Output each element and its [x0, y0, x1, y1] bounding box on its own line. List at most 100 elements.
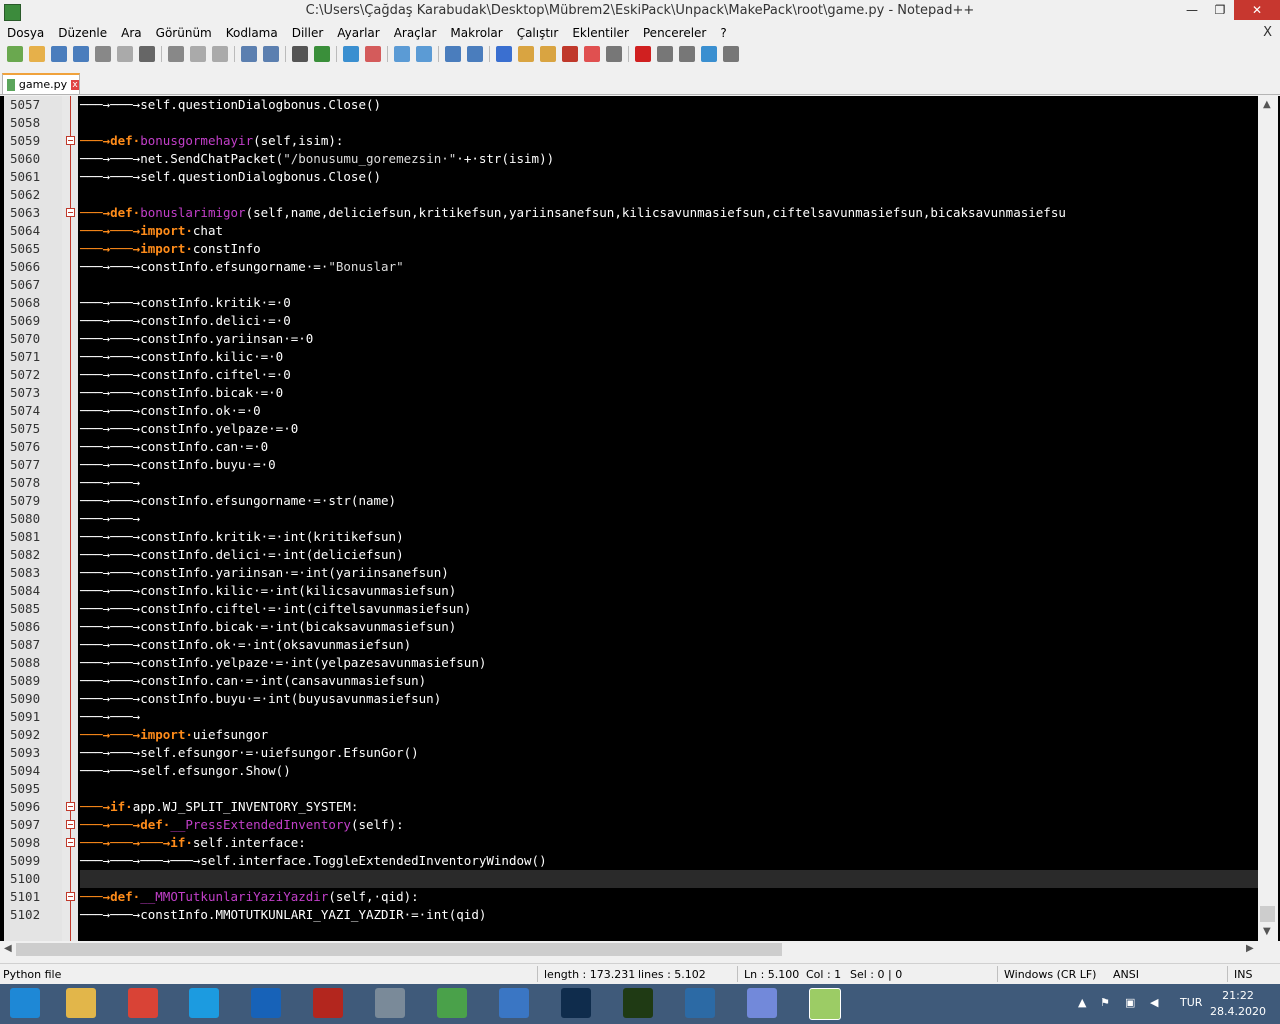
- code-line[interactable]: ───→───→import·uiefsungor: [80, 726, 268, 744]
- code-line[interactable]: ───→───→───→if·self.interface:: [80, 834, 306, 852]
- toolbar-button-icon[interactable]: [606, 46, 622, 62]
- code-line[interactable]: ───→───→constInfo.efsungorname·=·str(nam…: [80, 492, 396, 510]
- filezilla-icon[interactable]: [313, 988, 343, 1018]
- network-icon[interactable]: ▣: [1125, 996, 1135, 1009]
- menu-item[interactable]: Düzenle: [51, 26, 114, 40]
- code-line[interactable]: ───→───→self.questionDialogbonus.Close(): [80, 168, 381, 186]
- tray-up-icon[interactable]: ▲: [1078, 996, 1086, 1009]
- code-line[interactable]: ───→───→import·chat: [80, 222, 223, 240]
- scroll-down-icon[interactable]: ▼: [1263, 926, 1271, 937]
- toolbar-button-icon[interactable]: [701, 46, 717, 62]
- toolbar-button-icon[interactable]: [117, 46, 133, 62]
- code-line[interactable]: ───→───→constInfo.yariinsan·=·0: [80, 330, 313, 348]
- toolbar-button-icon[interactable]: [679, 46, 695, 62]
- chrome-icon[interactable]: [128, 988, 158, 1018]
- toolbar-button-icon[interactable]: [723, 46, 739, 62]
- language-indicator[interactable]: TUR: [1180, 996, 1202, 1009]
- network-app-icon[interactable]: [375, 988, 405, 1018]
- toolbar-button-icon[interactable]: [29, 46, 45, 62]
- code-editor[interactable]: 5057 ───→───→self.questionDialogbonus.Clo…: [0, 96, 1280, 941]
- toolbar-button-icon[interactable]: [416, 46, 432, 62]
- code-line[interactable]: ───→───→constInfo.kilic·=·0: [80, 348, 283, 366]
- code-line[interactable]: ───→───→constInfo.kritik·=·int(kritikefs…: [80, 528, 404, 546]
- toolbar-button-icon[interactable]: [657, 46, 673, 62]
- horizontal-scroll-thumb[interactable]: [16, 943, 782, 956]
- toolbar-button-icon[interactable]: [168, 46, 184, 62]
- notepadpp-taskbar-icon[interactable]: [809, 988, 841, 1020]
- menu-item[interactable]: Görünüm: [149, 26, 219, 40]
- python-icon[interactable]: [499, 988, 529, 1018]
- code-line[interactable]: ───→───→constInfo.can·=·int(cansavunmasi…: [80, 672, 426, 690]
- menu-item[interactable]: Diller: [285, 26, 331, 40]
- menu-item[interactable]: Çalıştır: [510, 26, 566, 40]
- fold-toggle-icon[interactable]: [66, 892, 75, 901]
- toolbar-button-icon[interactable]: [343, 46, 359, 62]
- file-explorer-icon[interactable]: [66, 988, 96, 1018]
- tab-game-py[interactable]: game.py x: [2, 73, 80, 94]
- code-line[interactable]: ───→───→───→───→self.interface.ToggleExt…: [80, 852, 547, 870]
- code-line[interactable]: ───→───→constInfo.MMOTUTKUNLARI_YAZI_YAZ…: [80, 906, 486, 924]
- horizontal-scrollbar[interactable]: ◀ ▶: [0, 941, 1258, 958]
- code-line[interactable]: ───→def·__MMOTutkunlariYaziYazdir(self,·…: [80, 888, 419, 906]
- skype-icon[interactable]: [189, 988, 219, 1018]
- virtualbox-icon[interactable]: [685, 988, 715, 1018]
- document-close-button[interactable]: X: [1263, 25, 1272, 40]
- menu-item[interactable]: Ayarlar: [330, 26, 386, 40]
- menu-item[interactable]: Makrolar: [443, 26, 509, 40]
- code-line[interactable]: ───→───→self.questionDialogbonus.Close(): [80, 96, 381, 114]
- app-icon[interactable]: [437, 988, 467, 1018]
- photoshop-icon[interactable]: [561, 988, 591, 1018]
- code-line[interactable]: ───→def·bonuslarimigor(self,name,delicie…: [80, 204, 1066, 222]
- volume-icon[interactable]: ◀: [1150, 996, 1158, 1009]
- fold-toggle-icon[interactable]: [66, 136, 75, 145]
- code-line[interactable]: ───→───→constInfo.delici·=·0: [80, 312, 291, 330]
- toolbar-button-icon[interactable]: [292, 46, 308, 62]
- fold-toggle-icon[interactable]: [66, 208, 75, 217]
- minimize-button[interactable]: —: [1178, 0, 1206, 20]
- menu-item[interactable]: Kodlama: [219, 26, 285, 40]
- code-line[interactable]: ───→───→constInfo.buyu·=·0: [80, 456, 276, 474]
- code-line[interactable]: ───→───→constInfo.kritik·=·0: [80, 294, 291, 312]
- teamviewer-icon[interactable]: [251, 988, 281, 1018]
- code-line[interactable]: ───→───→constInfo.ciftel·=·int(ciftelsav…: [80, 600, 471, 618]
- code-line[interactable]: ───→───→: [80, 708, 140, 726]
- code-line[interactable]: ───→───→net.SendChatPacket("/bonusumu_go…: [80, 150, 554, 168]
- toolbar-button-icon[interactable]: [562, 46, 578, 62]
- discord-icon[interactable]: [747, 988, 777, 1018]
- toolbar-button-icon[interactable]: [467, 46, 483, 62]
- clock[interactable]: 21:22 28.4.2020: [1210, 988, 1266, 1020]
- menu-item[interactable]: Araçlar: [387, 26, 444, 40]
- scroll-left-icon[interactable]: ◀: [4, 943, 12, 954]
- code-line[interactable]: ───→───→constInfo.yelpaze·=·0: [80, 420, 298, 438]
- code-line[interactable]: ───→───→constInfo.kilic·=·int(kilicsavun…: [80, 582, 456, 600]
- menu-item[interactable]: Ara: [114, 26, 149, 40]
- toolbar-button-icon[interactable]: [365, 46, 381, 62]
- tab-close-icon[interactable]: x: [71, 79, 79, 90]
- code-line[interactable]: ───→───→constInfo.ok·=·0: [80, 402, 261, 420]
- code-line[interactable]: ───→───→constInfo.buyu·=·int(buyusavunma…: [80, 690, 441, 708]
- code-line[interactable]: ───→───→constInfo.ciftel·=·0: [80, 366, 291, 384]
- code-line[interactable]: ───→───→: [80, 510, 140, 528]
- vertical-scrollbar[interactable]: ▲ ▼: [1258, 96, 1278, 941]
- toolbar-button-icon[interactable]: [314, 46, 330, 62]
- code-line[interactable]: ───→───→constInfo.efsungorname·=·"Bonusl…: [80, 258, 404, 276]
- start-windows-icon[interactable]: [10, 988, 40, 1018]
- code-line[interactable]: ───→───→import·constInfo: [80, 240, 261, 258]
- toolbar-button-icon[interactable]: [496, 46, 512, 62]
- code-line[interactable]: ───→───→: [80, 474, 140, 492]
- menu-item[interactable]: ?: [713, 26, 733, 40]
- maximize-button[interactable]: ❐: [1206, 0, 1234, 20]
- code-line[interactable]: ───→def·bonusgormehayir(self,isim):: [80, 132, 343, 150]
- code-line[interactable]: ───→───→constInfo.bicak·=·0: [80, 384, 283, 402]
- code-line[interactable]: ───→───→constInfo.yelpaze·=·int(yelpazes…: [80, 654, 486, 672]
- scroll-up-icon[interactable]: ▲: [1263, 99, 1271, 110]
- fold-toggle-icon[interactable]: [66, 802, 75, 811]
- code-line[interactable]: ───→───→def·__PressExtendedInventory(sel…: [80, 816, 404, 834]
- code-line[interactable]: ───→───→constInfo.bicak·=·int(bicaksavun…: [80, 618, 456, 636]
- toolbar-button-icon[interactable]: [212, 46, 228, 62]
- flag-icon[interactable]: ⚑: [1100, 996, 1110, 1009]
- code-line[interactable]: ───→───→self.efsungor.Show(): [80, 762, 291, 780]
- scroll-right-icon[interactable]: ▶: [1246, 943, 1254, 954]
- fold-toggle-icon[interactable]: [66, 820, 75, 829]
- dreamweaver-icon[interactable]: [623, 988, 653, 1018]
